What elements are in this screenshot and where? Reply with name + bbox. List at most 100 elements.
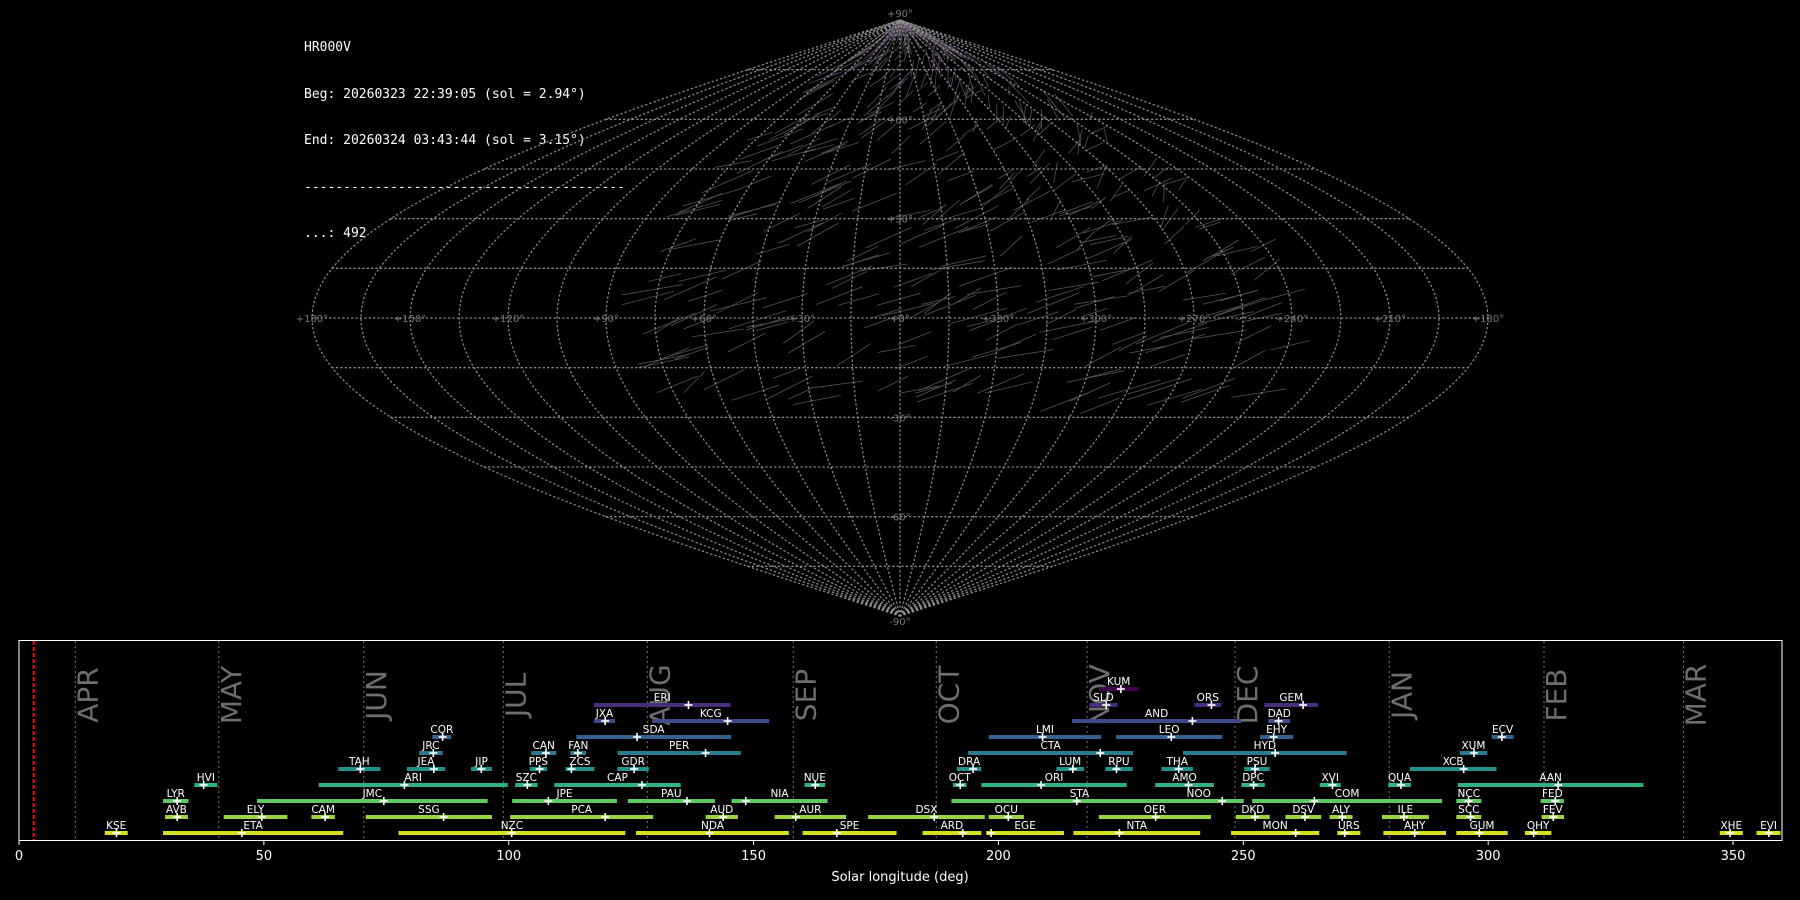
shower-code-label: ARI: [404, 772, 422, 784]
meteor-trail: [848, 44, 873, 60]
meteor-trail: [1045, 309, 1076, 325]
meteor-trail: [910, 267, 945, 288]
shower-code-label: NOO: [1187, 788, 1211, 800]
meteor-trail: [878, 375, 909, 392]
shower-ocu: OCU: [988, 804, 1024, 821]
meteor-trail: [943, 352, 998, 367]
shower-code-label: JMC: [362, 788, 383, 800]
shower-dsv: DSV: [1285, 804, 1322, 821]
meteor-trail: [683, 371, 705, 393]
meteor-trail: [886, 82, 905, 98]
meteor-trail: [925, 112, 943, 128]
month-label: FEB: [1540, 668, 1573, 721]
shower-com: COM: [1252, 788, 1443, 805]
shower-code-label: NCC: [1458, 788, 1481, 800]
meteor-trail: [836, 254, 880, 270]
shower-code-label: KUM: [1107, 676, 1130, 688]
shower-ari: ARI: [318, 772, 508, 789]
meteor-trail: [895, 71, 912, 87]
shower-cor: COR: [430, 724, 453, 741]
meteor-trail: [1186, 249, 1228, 273]
meteor-trail: [1202, 290, 1257, 305]
meteor-trail: [919, 121, 946, 145]
meteor-trail: [897, 331, 932, 346]
meteor-trail: [1207, 303, 1247, 316]
meteor-trail: [1213, 298, 1268, 317]
latitude-label: -60°: [889, 513, 910, 524]
meteor-trail: [778, 221, 825, 244]
shower-amo: AMO: [1155, 772, 1214, 789]
meteor-trail: [952, 375, 981, 393]
meteor-trail: [797, 82, 830, 101]
shower-tah: TAH: [338, 756, 381, 773]
shower-tha: THA: [1161, 756, 1193, 773]
shower-jmc: JMC: [257, 788, 488, 805]
meteor-trail: [971, 342, 1022, 358]
meteor-trail: [808, 72, 839, 84]
meteor-trail: [949, 44, 972, 61]
longitude-label: +150°: [394, 314, 426, 325]
meteor-trail: [701, 170, 753, 194]
meteor-trail: [960, 216, 997, 233]
meteor-trail: [875, 90, 896, 112]
meteor-trail: [1102, 259, 1153, 282]
meteor-trail: [1084, 346, 1122, 367]
shower-code-label: SPE: [840, 820, 860, 832]
shower-code-label: AHY: [1404, 820, 1426, 832]
meteor-trail: [1125, 262, 1154, 285]
meteor-trail: [895, 355, 928, 370]
shower-code-label: RPU: [1108, 756, 1129, 768]
meteor-trail: [1182, 377, 1235, 399]
shower-scc: SCC: [1456, 804, 1482, 821]
shower-jpe: JPE: [512, 788, 617, 805]
shower-nzc: NZC: [398, 820, 626, 837]
meteor-trail: [772, 367, 801, 379]
shower-code-label: FED: [1542, 788, 1563, 800]
shower-code-label: GDR: [621, 756, 645, 768]
meteor-trail: [691, 328, 745, 338]
meteor-trail: [958, 223, 990, 233]
meteor-trail: [1034, 115, 1045, 133]
shower-code-label: NDA: [701, 820, 725, 832]
shower-code-label: HVI: [197, 772, 215, 784]
x-tick-label: 300: [1476, 849, 1501, 864]
meteor-trail: [938, 62, 941, 79]
meteor-trail: [664, 276, 717, 301]
shower-code-label: ORS: [1197, 692, 1220, 704]
meteor-trail: [1180, 385, 1230, 403]
shower-nia: NIA: [731, 788, 828, 805]
meteor-trail: [964, 185, 994, 203]
shower-code-label: XHE: [1720, 820, 1742, 832]
shower-xcb: XCB: [1409, 756, 1497, 773]
shower-qua: QUA: [1388, 772, 1412, 789]
meteor-trail: [746, 131, 774, 141]
meteor-trail: [1117, 166, 1142, 181]
shower-code-label: QUA: [1388, 772, 1412, 784]
x-tick-label: 350: [1721, 849, 1746, 864]
shower-aur: AUR: [774, 804, 847, 821]
shower-can: CAN: [531, 740, 557, 757]
meteor-trail: [961, 125, 979, 136]
meteor-trail: [807, 212, 842, 233]
meteor-trail: [727, 333, 766, 353]
meteor-trail: [1185, 209, 1200, 225]
meteor-trail: [943, 206, 984, 220]
shower-jrc: JRC: [419, 740, 443, 757]
meteor-trail: [1254, 258, 1281, 281]
meteor-trail: [1146, 388, 1202, 406]
shower-code-label: FAN: [568, 740, 588, 752]
shower-code-label: OCU: [995, 804, 1018, 816]
meteor-trail: [950, 72, 955, 87]
shower-kse: KSE: [104, 820, 128, 837]
shower-code-label: THA: [1165, 756, 1188, 768]
meteor-trail: [755, 321, 789, 331]
shower-code-label: DRA: [958, 756, 981, 768]
shower-code-label: NTA: [1126, 820, 1147, 832]
meteor-trail: [965, 81, 970, 101]
meteor-trail: [1084, 142, 1104, 152]
shower-code-label: LEO: [1159, 724, 1180, 736]
longitude-label: +120°: [492, 314, 524, 325]
shower-code-label: SZC: [516, 772, 537, 784]
shower-spe: SPE: [802, 820, 897, 837]
shower-leo: LEO: [1115, 724, 1223, 741]
